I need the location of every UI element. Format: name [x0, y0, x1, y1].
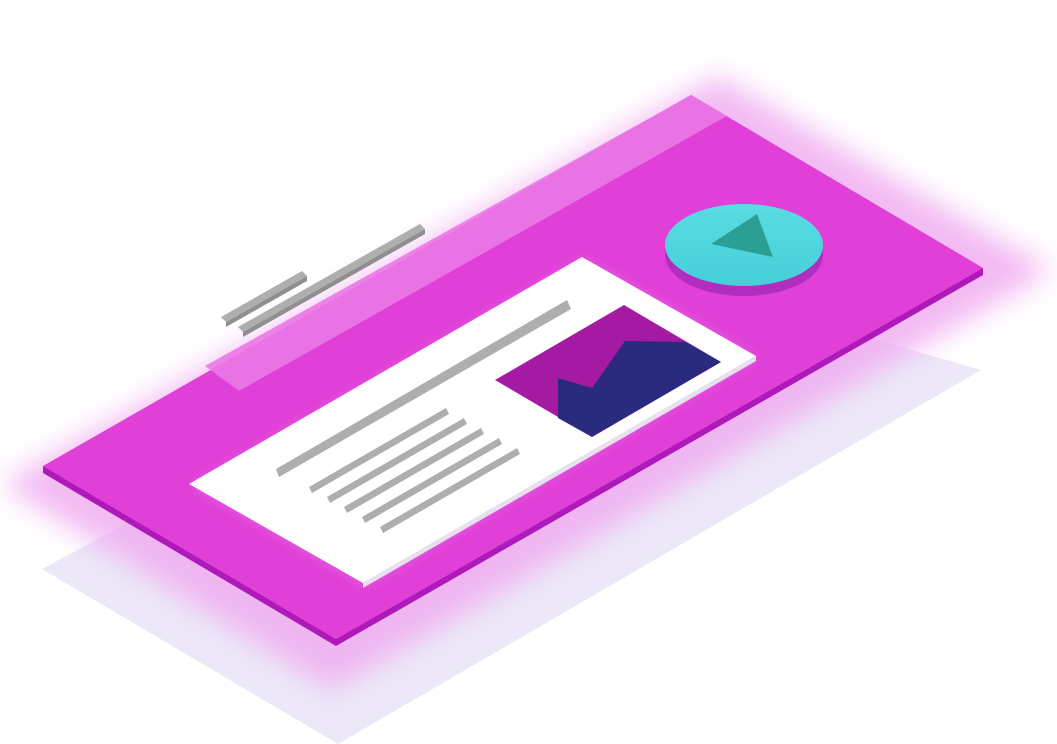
illustration-stage [0, 0, 1057, 744]
play-button[interactable] [665, 204, 823, 296]
isometric-webpage-illustration [2, 76, 1052, 744]
